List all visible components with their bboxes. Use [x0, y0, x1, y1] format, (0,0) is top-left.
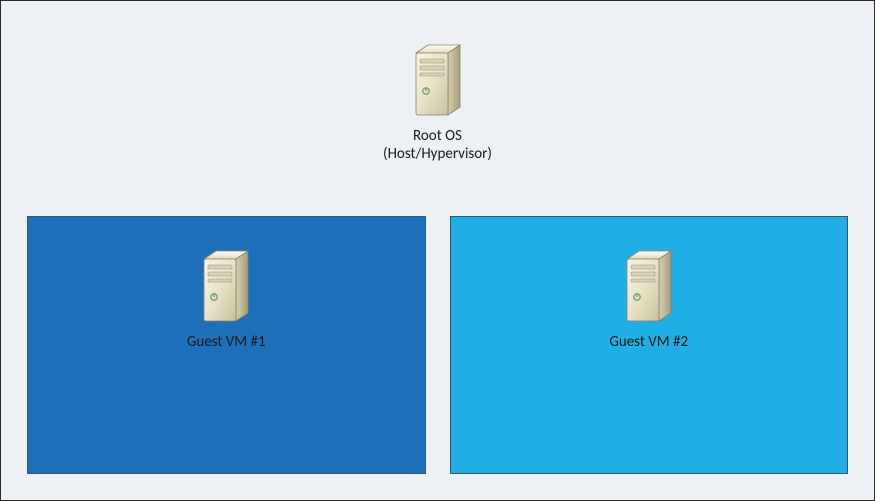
diagram-canvas: Root OS (Host/Hypervisor) Guest VM #1: [0, 0, 875, 501]
server-tower-icon: [408, 39, 468, 121]
guest-vm-1-label: Guest VM #1: [187, 333, 266, 351]
root-os-label: Root OS (Host/Hypervisor): [383, 127, 492, 163]
guest-vm-row: Guest VM #1 Guest VM #2: [27, 216, 848, 474]
root-os-block: Root OS (Host/Hypervisor): [1, 39, 874, 163]
guest-vm-2-label: Guest VM #2: [609, 333, 688, 351]
guest-vm-2-box: Guest VM #2: [450, 216, 849, 474]
server-tower-icon: [619, 245, 679, 327]
root-os-label-line2: (Host/Hypervisor): [383, 145, 492, 163]
root-os-label-line1: Root OS: [383, 127, 492, 145]
server-tower-icon: [196, 245, 256, 327]
guest-vm-1-box: Guest VM #1: [27, 216, 426, 474]
